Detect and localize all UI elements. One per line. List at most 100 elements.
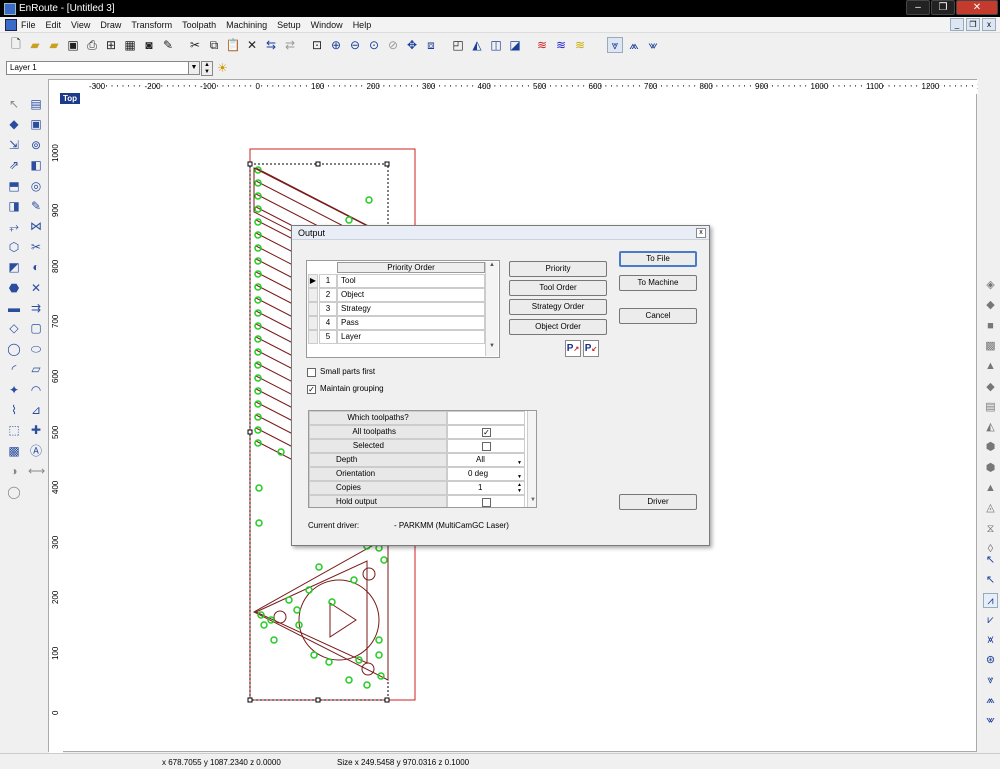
strategy-order-button[interactable]: Strategy Order (509, 299, 607, 315)
document-icon[interactable] (5, 18, 17, 31)
chevron-down-icon[interactable]: ▼ (188, 62, 199, 74)
camera-icon[interactable]: ◙ (141, 37, 157, 53)
redo-icon[interactable]: ⇄ (282, 37, 298, 53)
small-parts-first-checkbox[interactable] (307, 368, 316, 377)
object-order-button[interactable]: Object Order (509, 319, 607, 335)
layer-view-icon[interactable]: ▣ (28, 116, 44, 132)
polygon-icon[interactable]: ◜ (6, 361, 22, 377)
cut-icon[interactable]: ✂ (187, 37, 203, 53)
blend-icon[interactable]: ⬚ (6, 422, 22, 438)
bevel-icon[interactable]: ◈ (983, 278, 998, 293)
toolpath-sim-icon[interactable]: ⩕ (626, 37, 642, 53)
delete-icon[interactable]: ✕ (28, 280, 44, 296)
dome-icon[interactable]: ◆ (983, 380, 998, 395)
selected-cell[interactable] (447, 439, 525, 453)
toolpath-select-icon[interactable]: ↖ (983, 553, 998, 568)
print-icon[interactable]: ⎙ (84, 37, 100, 53)
mdi-minimize-button[interactable]: _ (950, 18, 964, 31)
zoom-extents-icon[interactable]: ⊙ (366, 37, 382, 53)
ruler-icon[interactable]: ◧ (28, 157, 44, 173)
toolpath-drill-icon[interactable]: ⩙ (983, 633, 998, 648)
delete-icon[interactable]: ✕ (244, 37, 260, 53)
maintain-grouping-checkbox[interactable]: ✓ (307, 385, 316, 394)
menu-machining[interactable]: Machining (226, 20, 267, 30)
ruler-icon[interactable]: ✎ (160, 37, 176, 53)
sweep-icon[interactable]: ◬ (983, 501, 998, 516)
dialog-close-button[interactable]: x (696, 228, 706, 238)
hold-output-cell[interactable] (447, 495, 525, 507)
view-iso-icon[interactable]: ◭ (469, 37, 485, 53)
toolpath-3d-icon[interactable]: ⩕ (983, 693, 998, 708)
layers-red-icon[interactable]: ≋ (534, 37, 550, 53)
target-icon[interactable]: ◯ (6, 484, 22, 500)
copies-stepper[interactable]: 1 ▲ ▼ (447, 481, 525, 495)
bezier-icon[interactable]: ◯ (6, 341, 22, 357)
undo-icon[interactable]: ⇆ (263, 37, 279, 53)
zoom-out-icon[interactable]: ⊖ (347, 37, 363, 53)
layer-select[interactable]: Layer 1 ▼ (6, 61, 200, 75)
pyramid-icon[interactable]: ▲ (983, 481, 998, 496)
view-front-icon[interactable]: ◪ (507, 37, 523, 53)
menu-edit[interactable]: Edit (46, 20, 62, 30)
grid-icon[interactable]: ▦ (122, 37, 138, 53)
layer-visibility-icon[interactable]: ☀ (217, 61, 231, 75)
close-button[interactable]: ✕ (956, 0, 998, 15)
toolpath-fill-icon[interactable]: ⩔ (983, 673, 998, 688)
half-circle-icon[interactable]: ◑ (6, 463, 22, 479)
torus-icon[interactable]: ⬢ (983, 461, 998, 476)
weld-icon[interactable]: ⋈ (28, 218, 44, 234)
view-top-icon[interactable]: ◰ (450, 37, 466, 53)
maximize-button[interactable]: ❐ (931, 0, 955, 15)
scale-icon[interactable]: ◨ (6, 198, 22, 214)
fill-icon[interactable]: ⬣ (6, 280, 22, 296)
view-side-icon[interactable]: ◫ (488, 37, 504, 53)
toolpath-engrave-icon[interactable]: ⩘ (983, 593, 998, 608)
menu-draw[interactable]: Draw (100, 20, 121, 30)
group-icon[interactable]: ⬡ (6, 239, 22, 255)
trim-icon[interactable]: ◩ (6, 259, 22, 275)
dimension-icon[interactable]: ⟷ (28, 463, 45, 479)
color-icon[interactable]: ◎ (28, 178, 44, 194)
flat-icon[interactable]: ▤ (983, 400, 998, 415)
menu-view[interactable]: View (71, 20, 90, 30)
rotate-icon[interactable]: ⇲ (6, 137, 22, 153)
menu-setup[interactable]: Setup (277, 20, 301, 30)
arc-icon[interactable]: ⬭ (28, 341, 44, 357)
circle-icon[interactable]: ◇ (6, 320, 22, 336)
menu-transform[interactable]: Transform (131, 20, 172, 30)
zoom-previous-icon[interactable]: ⊘ (385, 37, 401, 53)
node-edit-icon[interactable]: ◆ (6, 116, 22, 132)
text-icon[interactable]: ▬ (6, 300, 22, 316)
box-icon[interactable]: ■ (983, 319, 998, 334)
props-scrollbar[interactable]: ▼ (527, 411, 536, 507)
revolve-icon[interactable]: ⧖ (983, 522, 998, 537)
cylinder-icon[interactable]: ▲ (983, 359, 998, 374)
new-file-icon[interactable]: 🗋 (8, 37, 24, 53)
toolpath-edit-icon[interactable]: ⩖ (983, 713, 998, 728)
select-arrow-icon[interactable]: ↖ (6, 96, 22, 112)
layers-yellow-icon[interactable]: ≋ (572, 37, 588, 53)
zoom-window-icon[interactable]: ⊡ (309, 37, 325, 53)
toolpath-settings-icon[interactable]: ⩖ (645, 37, 661, 53)
driver-button[interactable]: Driver (619, 494, 697, 510)
menu-help[interactable]: Help (353, 20, 372, 30)
ellipse-icon[interactable]: ▢ (28, 320, 44, 336)
minimize-button[interactable]: – (906, 0, 930, 15)
priority-row-object[interactable]: Object (337, 288, 485, 302)
selected-checkbox[interactable] (482, 442, 491, 451)
emboss-icon[interactable]: ▩ (983, 339, 998, 354)
priority-button[interactable]: Priority (509, 261, 607, 277)
ramp-icon[interactable]: ◭ (983, 420, 998, 435)
grid-icon[interactable]: ▩ (6, 443, 22, 459)
node-icon[interactable]: ✚ (28, 422, 44, 438)
hold-output-checkbox[interactable] (482, 498, 491, 507)
path-icon[interactable]: ⥅ (6, 218, 22, 234)
polyline-icon[interactable]: ⇗ (6, 157, 22, 173)
scroll-down-icon[interactable]: ▼ (486, 343, 498, 354)
menu-toolpath[interactable]: Toolpath (182, 20, 216, 30)
menu-window[interactable]: Window (311, 20, 343, 30)
mirror-icon[interactable]: ✎ (28, 198, 44, 214)
arc3-icon[interactable]: ✦ (6, 382, 22, 398)
printer-setup-icon[interactable]: ⊞ (103, 37, 119, 53)
toolpath-inset-icon[interactable]: ⊛ (983, 653, 998, 668)
